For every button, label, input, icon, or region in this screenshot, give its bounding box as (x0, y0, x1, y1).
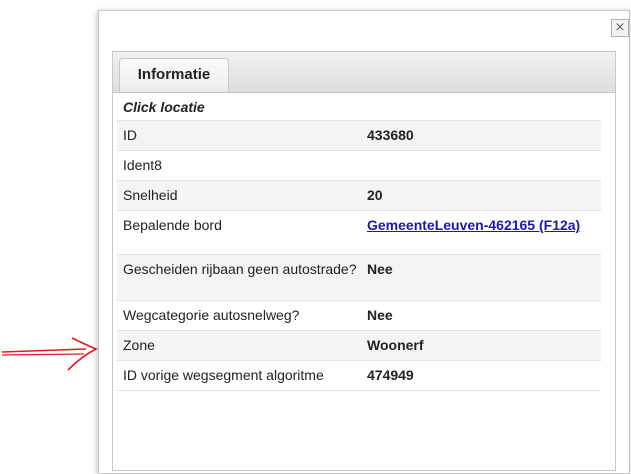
row-label: Wegcategorie autosnelweg? (123, 307, 300, 323)
table-row: Zone Woonerf (117, 331, 601, 361)
row-label: Gescheiden rijbaan geen autostrade? (123, 261, 357, 277)
row-value: GemeenteLeuven-462165 (F12a) (363, 211, 601, 254)
section-title: Click locatie (123, 99, 205, 115)
row-label: Ident8 (123, 157, 162, 173)
info-panel: Informatie Click locatie ID 433680 Ident… (112, 51, 616, 471)
row-value (363, 151, 601, 180)
table-row: Bepalende bord GemeenteLeuven-462165 (F1… (117, 211, 601, 255)
row-label: Zone (123, 337, 155, 353)
bepalende-bord-link[interactable]: GemeenteLeuven-462165 (F12a) (367, 217, 580, 233)
table-row: Wegcategorie autosnelweg? Nee (117, 301, 601, 331)
row-value: 20 (367, 187, 383, 203)
table-row: ID vorige wegsegment algoritme 474949 (117, 361, 601, 391)
info-table: Click locatie ID 433680 Ident8 Snelheid … (117, 93, 601, 391)
row-value: 474949 (367, 367, 414, 383)
row-label: ID vorige wegsegment algoritme (123, 367, 324, 383)
tab-bar: Informatie (113, 52, 615, 93)
row-label: ID (123, 127, 137, 143)
table-row: Snelheid 20 (117, 181, 601, 211)
red-arrow-annotation (1, 337, 98, 371)
info-popup: × Informatie Click locatie ID 433680 Ide… (98, 10, 630, 474)
row-value: Nee (367, 307, 393, 323)
close-icon[interactable]: × (611, 19, 629, 37)
table-row: ID 433680 (117, 121, 601, 151)
row-value: Nee (367, 261, 393, 277)
row-value: 433680 (367, 127, 414, 143)
row-label: Bepalende bord (123, 217, 222, 233)
table-row: Gescheiden rijbaan geen autostrade? Nee (117, 255, 601, 301)
row-label: Snelheid (123, 187, 178, 203)
section-header-row: Click locatie (117, 93, 601, 121)
table-row: Ident8 (117, 151, 601, 181)
row-value: Woonerf (367, 337, 424, 353)
tab-informatie[interactable]: Informatie (119, 58, 229, 92)
